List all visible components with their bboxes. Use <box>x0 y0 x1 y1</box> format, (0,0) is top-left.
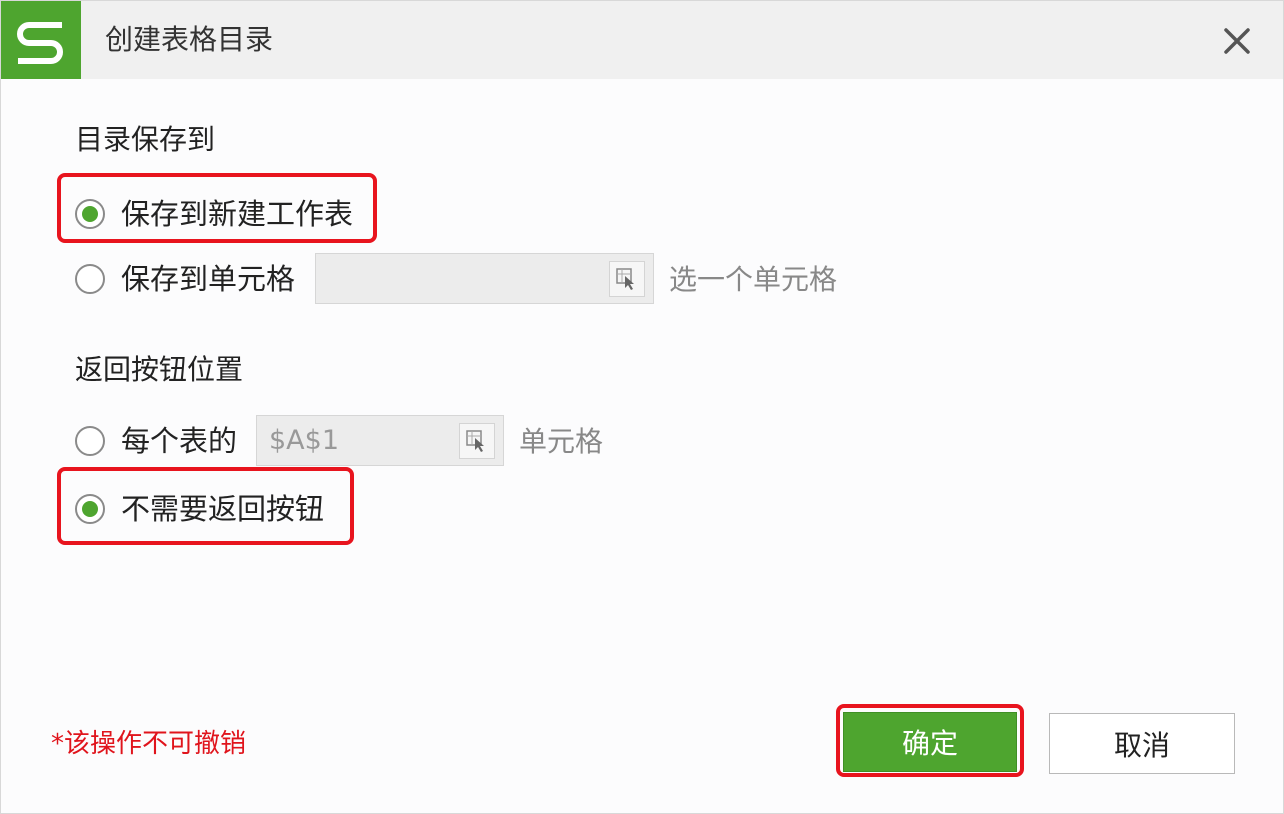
cancel-button[interactable]: 取消 <box>1049 713 1235 774</box>
return-button-section-label: 返回按钮位置 <box>75 353 244 386</box>
create-sheet-directory-dialog: 创建表格目录 目录保存到 保存到新建工作表 保存到单元格 选一个单元格 返回按钮… <box>0 0 1284 814</box>
radio-no-return-label: 不需要返回按钮 <box>121 492 325 526</box>
save-cell-hint: 选一个单元格 <box>669 263 838 296</box>
dialog-title: 创建表格目录 <box>105 23 274 56</box>
radio-new-sheet-label: 保存到新建工作表 <box>121 197 354 231</box>
return-cell-input[interactable] <box>257 416 459 465</box>
radio-each-sheet-label: 每个表的 <box>121 424 238 458</box>
title-bar: 创建表格目录 <box>1 1 1283 79</box>
save-to-section-label: 目录保存到 <box>75 123 216 156</box>
wps-spreadsheet-logo-icon <box>1 1 81 79</box>
return-cell-suffix: 单元格 <box>519 425 604 458</box>
radio-save-to-cell[interactable] <box>75 264 105 294</box>
radio-new-sheet[interactable] <box>75 199 105 229</box>
return-cell-picker-button[interactable] <box>459 422 495 459</box>
save-cell-field <box>315 253 654 304</box>
radio-each-sheet[interactable] <box>75 426 105 456</box>
close-button[interactable] <box>1215 21 1259 61</box>
radio-save-to-cell-label: 保存到单元格 <box>121 262 296 296</box>
irreversible-warning: *该操作不可撤销 <box>51 729 247 759</box>
cell-picker-icon <box>616 267 634 290</box>
radio-option-new-sheet[interactable]: 保存到新建工作表 <box>75 197 353 231</box>
save-cell-input[interactable] <box>316 254 609 303</box>
return-cell-field <box>256 415 504 466</box>
radio-no-return[interactable] <box>75 494 105 524</box>
save-cell-picker-button[interactable] <box>609 260 645 297</box>
close-icon <box>1224 28 1250 54</box>
radio-option-cell[interactable]: 保存到单元格 <box>75 262 295 296</box>
radio-option-no-return[interactable]: 不需要返回按钮 <box>75 492 324 526</box>
ok-button[interactable]: 确定 <box>843 712 1017 772</box>
radio-option-each-sheet[interactable]: 每个表的 <box>75 424 237 458</box>
cell-picker-icon <box>466 429 484 452</box>
